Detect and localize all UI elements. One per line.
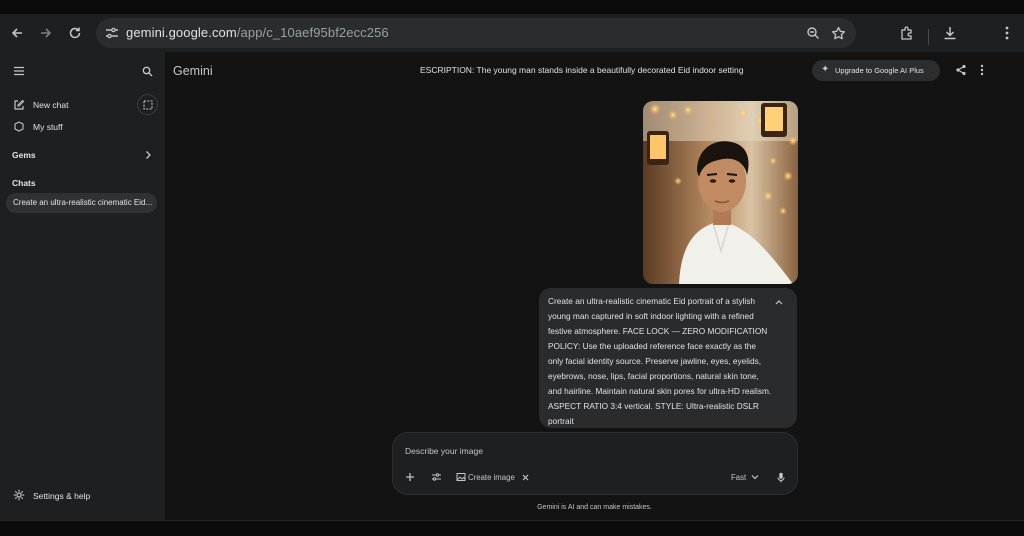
microphone-icon[interactable]: [774, 470, 788, 484]
image-icon: [454, 470, 468, 484]
window-bottom-strip: [0, 520, 1024, 536]
gems-chevron-right-icon[interactable]: [140, 147, 156, 163]
sparkle-icon: ✦: [821, 64, 830, 75]
edit-new-chat-icon[interactable]: [11, 97, 27, 113]
prompt-text: Create an ultra-realistic cinematic Eid …: [548, 296, 772, 426]
url-host: gemini.google.com: [126, 25, 237, 40]
ai-disclaimer: Gemini is AI and can make mistakes.: [537, 504, 652, 511]
main-content: Gemini ESCRIPTION: The young man stands …: [165, 52, 1024, 520]
reload-icon[interactable]: [64, 22, 86, 44]
more-options-icon[interactable]: [974, 62, 990, 78]
tools-tune-icon[interactable]: [429, 470, 443, 484]
search-icon[interactable]: [139, 63, 155, 79]
url-text[interactable]: gemini.google.com/app/c_10aef95bf2ecc256: [126, 25, 389, 40]
mode-chevron-down-icon[interactable]: [748, 470, 762, 484]
bookmark-star-icon[interactable]: [829, 24, 847, 42]
zoom-icon[interactable]: [804, 24, 822, 42]
chat-item-label: Create an ultra-realistic cinematic Eid.…: [13, 198, 153, 207]
conversation-title: ESCRIPTION: The young man stands inside …: [420, 65, 744, 75]
download-icon[interactable]: [940, 23, 960, 43]
settings-gear-icon: [11, 487, 27, 503]
gems-heading[interactable]: Gems: [12, 150, 36, 160]
chats-heading: Chats: [12, 178, 36, 188]
toolbar-divider: [928, 29, 929, 45]
collapse-chevron-up-icon[interactable]: [775, 297, 783, 307]
prompt-input[interactable]: Describe your image: [405, 446, 483, 456]
gemini-brand[interactable]: Gemini: [173, 64, 213, 78]
temporary-chat-button[interactable]: [137, 94, 158, 115]
browser-menu-icon[interactable]: [997, 23, 1017, 43]
uploaded-portrait-image[interactable]: [643, 101, 798, 284]
sidebar: New chat My stuff Gems Chats Create an u…: [0, 52, 165, 520]
settings-help-link[interactable]: Settings & help: [33, 491, 90, 501]
extensions-icon[interactable]: [897, 23, 917, 43]
user-prompt-bubble: Create an ultra-realistic cinematic Eid …: [539, 288, 797, 428]
prompt-composer[interactable]: Describe your image Create image Fast: [392, 432, 798, 495]
upgrade-label: Upgrade to Google AI Plus: [835, 66, 924, 75]
my-stuff-icon: [11, 118, 27, 134]
new-chat-link[interactable]: New chat: [33, 100, 68, 110]
share-icon[interactable]: [953, 62, 969, 78]
hamburger-menu-icon[interactable]: [11, 63, 27, 79]
add-plus-icon[interactable]: [403, 470, 417, 484]
site-settings-icon[interactable]: [104, 25, 120, 41]
remove-chip-close-icon[interactable]: [518, 470, 532, 484]
my-stuff-link[interactable]: My stuff: [33, 122, 63, 132]
forward-arrow-icon[interactable]: [35, 22, 57, 44]
browser-toolbar: gemini.google.com/app/c_10aef95bf2ecc256: [0, 14, 1024, 52]
address-bar[interactable]: gemini.google.com/app/c_10aef95bf2ecc256: [96, 18, 856, 48]
url-path: /app/c_10aef95bf2ecc256: [236, 25, 389, 40]
create-image-chip[interactable]: Create image: [468, 473, 515, 482]
chat-list-item[interactable]: Create an ultra-realistic cinematic Eid.…: [6, 193, 157, 213]
upgrade-button[interactable]: ✦ Upgrade to Google AI Plus: [812, 60, 940, 81]
model-mode-selector[interactable]: Fast: [731, 473, 746, 482]
back-arrow-icon[interactable]: [6, 22, 28, 44]
window-top-strip: [0, 0, 1024, 14]
